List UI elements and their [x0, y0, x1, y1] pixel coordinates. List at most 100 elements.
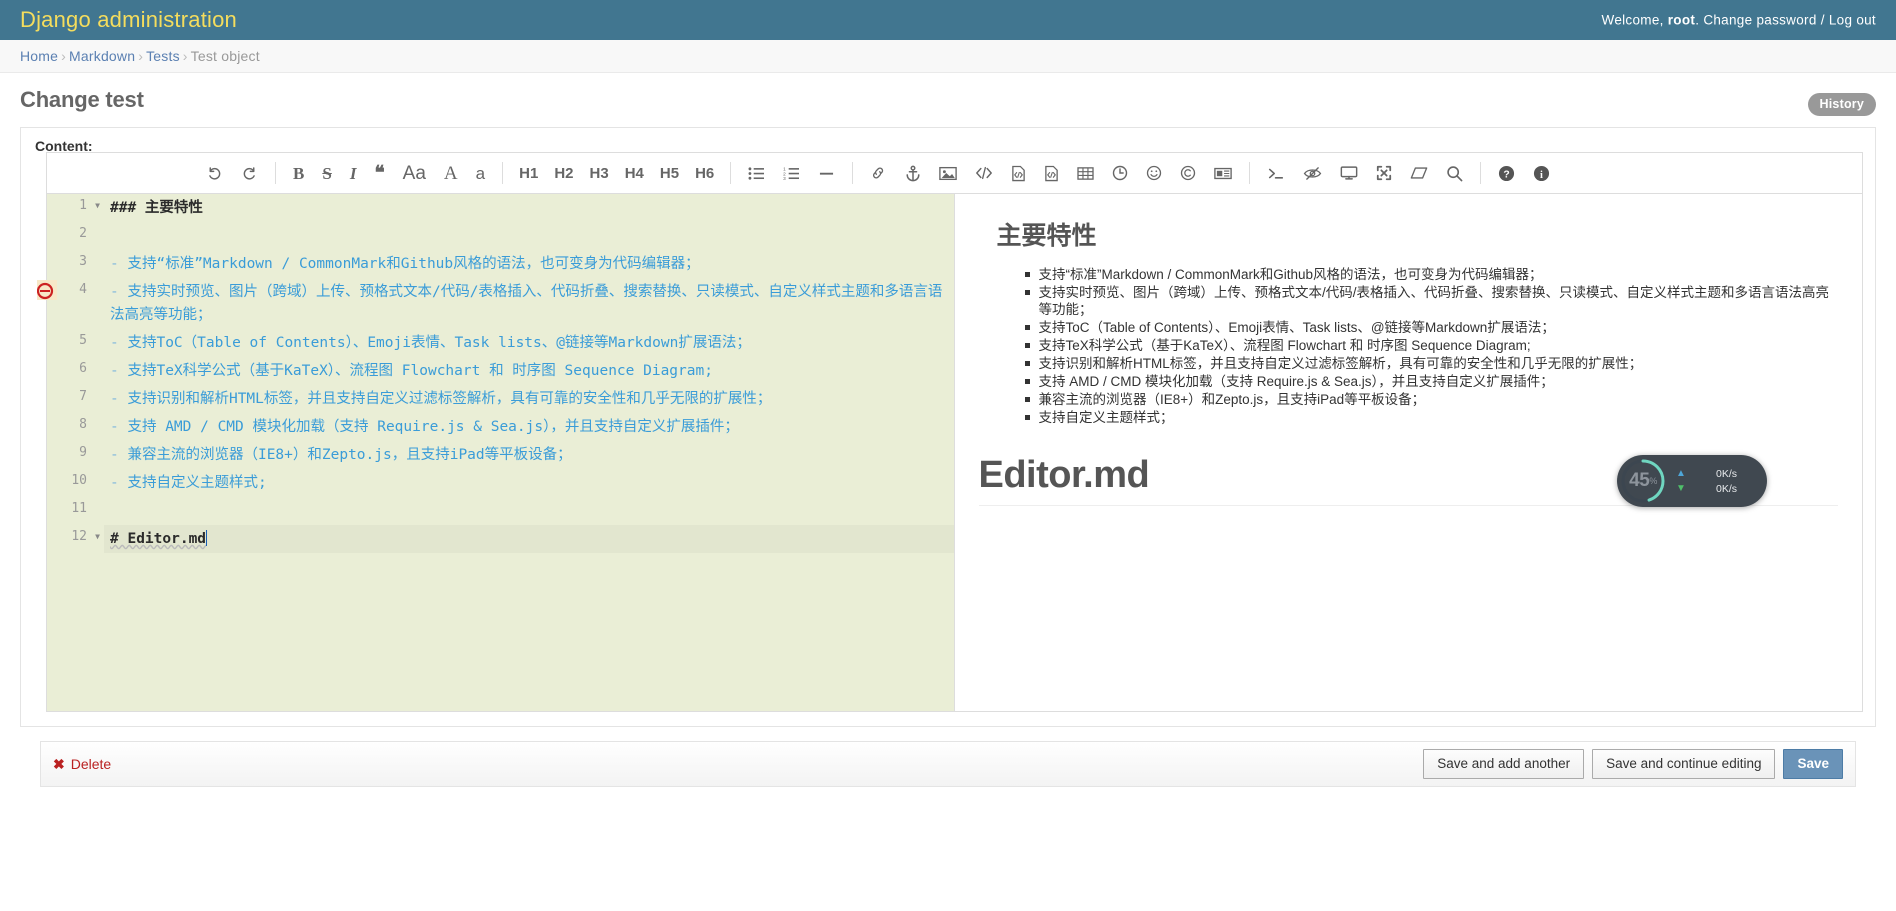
- strikethrough-icon[interactable]: S: [313, 158, 340, 188]
- code-block-icon[interactable]: [1002, 158, 1035, 188]
- toggle-editor-icon[interactable]: [1258, 158, 1294, 188]
- breadcrumb-home[interactable]: Home: [20, 48, 58, 64]
- editor-body: 1 ▼ ### 主要特性 2 3- 支持“标准”Markdown / CommonMa…: [47, 194, 1862, 711]
- heading-h6-icon[interactable]: H6: [687, 158, 722, 188]
- code-line-text[interactable]: ### 主要特性: [104, 194, 954, 222]
- preview-list-item: 兼容主流的浏览器（IE8+）和Zepto.js，且支持iPad等平板设备；: [1024, 391, 1839, 408]
- codemirror-pane[interactable]: 1 ▼ ### 主要特性 2 3- 支持“标准”Markdown / CommonMa…: [47, 194, 955, 711]
- heading-h5-icon[interactable]: H5: [652, 158, 687, 188]
- code-line[interactable]: 3 - 支持“标准”Markdown / CommonMark和Github风格的…: [47, 250, 954, 278]
- info-icon[interactable]: i: [1524, 158, 1559, 188]
- markdown-preview-pane: 主要特性 支持“标准”Markdown / CommonMark和Github风…: [954, 194, 1862, 711]
- horizontal-rule-icon[interactable]: [809, 158, 844, 188]
- quote-icon[interactable]: ❝: [365, 158, 393, 188]
- heading-h1-icon[interactable]: H1: [511, 158, 546, 188]
- code-line[interactable]: 7 - 支持识别和解析HTML标签，并且支持自定义过滤标签解析，具有可靠的安全性和…: [47, 385, 954, 413]
- code-line-text[interactable]: - 支持识别和解析HTML标签，并且支持自定义过滤标签解析，具有可靠的安全性和几…: [104, 385, 954, 413]
- code-line[interactable]: 11: [47, 497, 954, 525]
- code-line[interactable]: 9 - 兼容主流的浏览器（IE8+）和Zepto.js，且支持iPad等平板设备；: [47, 441, 954, 469]
- code-line-text[interactable]: - 支持TeX科学公式（基于KaTeX）、流程图 Flowchart 和 时序图…: [104, 357, 954, 385]
- network-speed-widget[interactable]: 45% ▲ 0K/s ▼ 0K/s: [1617, 455, 1767, 507]
- svg-text:3: 3: [783, 176, 786, 181]
- save-and-continue-button[interactable]: Save and continue editing: [1592, 749, 1776, 779]
- watch-preview-icon[interactable]: [1331, 158, 1367, 188]
- code-line-text[interactable]: - 支持“标准”Markdown / CommonMark和Github风格的语…: [104, 250, 954, 278]
- eraser-icon[interactable]: [1401, 158, 1437, 188]
- progress-percent-label: 45%: [1617, 455, 1669, 507]
- code-line[interactable]: 8 - 支持 AMD / CMD 模块化加载（支持 Require.js & Se…: [47, 413, 954, 441]
- fold-toggle-icon[interactable]: ▼: [91, 525, 104, 541]
- heading-h2-icon[interactable]: H2: [546, 158, 581, 188]
- code-inline-icon[interactable]: [966, 158, 1002, 188]
- preformatted-text-icon[interactable]: [1035, 158, 1068, 188]
- breadcrumb-markdown[interactable]: Markdown: [69, 48, 135, 64]
- search-icon[interactable]: [1437, 158, 1472, 188]
- codemirror-lines[interactable]: 1 ▼ ### 主要特性 2 3- 支持“标准”Markdown / CommonMa…: [47, 194, 954, 553]
- save-button[interactable]: Save: [1783, 749, 1843, 779]
- code-line-text[interactable]: - 支持 AMD / CMD 模块化加载（支持 Require.js & Sea…: [104, 413, 954, 441]
- code-line[interactable]: 6 - 支持TeX科学公式（基于KaTeX）、流程图 Flowchart 和 时序…: [47, 357, 954, 385]
- ordered-list-icon[interactable]: 123: [774, 158, 809, 188]
- upload-rate-row: ▲ 0K/s: [1673, 468, 1767, 480]
- code-line[interactable]: 1 ▼ ### 主要特性: [47, 194, 954, 222]
- heading-h3-icon[interactable]: H3: [582, 158, 617, 188]
- toolbar-divider: [502, 162, 504, 184]
- logout-link[interactable]: Log out: [1829, 13, 1876, 28]
- code-line-text[interactable]: # Editor.md: [104, 525, 954, 553]
- html-entities-icon[interactable]: [1171, 158, 1205, 188]
- code-line-text[interactable]: - 支持ToC（Table of Contents）、Emoji表情、Task …: [104, 329, 954, 357]
- preview-feature-list: 支持“标准”Markdown / CommonMark和Github风格的语法，…: [979, 266, 1839, 426]
- preview-list-item: 支持识别和解析HTML标签，并且支持自定义过滤标签解析，具有可靠的安全性和几乎无…: [1024, 355, 1839, 372]
- image-icon[interactable]: [930, 158, 966, 188]
- uppercase-icon[interactable]: Aa: [394, 158, 435, 188]
- italic-icon[interactable]: I: [341, 158, 366, 188]
- save-and-add-another-button[interactable]: Save and add another: [1423, 749, 1585, 779]
- network-rates: ▲ 0K/s ▼ 0K/s: [1669, 468, 1767, 495]
- change-password-link[interactable]: Change password: [1703, 13, 1816, 28]
- undo-icon[interactable]: [197, 158, 232, 188]
- table-icon[interactable]: [1068, 158, 1103, 188]
- markdown-editor[interactable]: B S I ❝ Aa A a H1 H2 H3 H4 H5 H6 1 2 3 ?…: [46, 152, 1863, 712]
- code-line[interactable]: 12 ▼ # Editor.md: [47, 525, 954, 553]
- code-line[interactable]: 4- 支持实时预览、图片（跨域）上传、预格式文本/代码/表格插入、代码折叠、搜索…: [47, 278, 954, 329]
- page-break-icon[interactable]: [1205, 158, 1241, 188]
- font-size-large-icon[interactable]: A: [435, 158, 467, 188]
- code-line[interactable]: 10 - 支持自定义主题样式;: [47, 469, 954, 497]
- progress-ring: 45%: [1617, 455, 1669, 507]
- link-icon[interactable]: [861, 158, 896, 188]
- welcome-prefix: Welcome,: [1601, 12, 1664, 28]
- svg-text:i: i: [1540, 169, 1543, 180]
- breadcrumb-tests[interactable]: Tests: [146, 48, 180, 64]
- emoji-icon[interactable]: [1137, 158, 1171, 188]
- bold-icon[interactable]: B: [284, 158, 313, 188]
- codemirror-empty-space[interactable]: [47, 553, 954, 711]
- font-size-small-icon[interactable]: a: [467, 158, 494, 188]
- toolbar-divider: [852, 162, 854, 184]
- code-line[interactable]: 2: [47, 222, 954, 250]
- toolbar-divider: [275, 162, 276, 184]
- fullscreen-icon[interactable]: [1367, 158, 1401, 188]
- code-line[interactable]: 5 - 支持ToC（Table of Contents）、Emoji表情、Task…: [47, 329, 954, 357]
- line-number: 1: [47, 194, 91, 213]
- code-line-text[interactable]: - 兼容主流的浏览器（IE8+）和Zepto.js，且支持iPad等平板设备；: [104, 441, 954, 469]
- history-button[interactable]: History: [1807, 93, 1876, 116]
- site-favicon-icon: [37, 280, 57, 300]
- history-list-item: History: [1807, 93, 1876, 116]
- code-line-text[interactable]: - 支持自定义主题样式;: [104, 469, 954, 497]
- toggle-preview-icon[interactable]: [1294, 158, 1331, 188]
- datetime-icon[interactable]: [1103, 158, 1137, 188]
- redo-icon[interactable]: [232, 158, 267, 188]
- upload-rate-value: 0K/s: [1715, 467, 1737, 480]
- heading-h4-icon[interactable]: H4: [617, 158, 652, 188]
- anchor-icon[interactable]: [896, 158, 930, 188]
- help-icon[interactable]: ?: [1489, 158, 1524, 188]
- unordered-list-icon[interactable]: [739, 158, 774, 188]
- download-rate-row: ▼ 0K/s: [1673, 483, 1767, 495]
- code-line-text[interactable]: - 支持实时预览、图片（跨域）上传、预格式文本/代码/表格插入、代码折叠、搜索替…: [104, 278, 954, 329]
- code-line-text[interactable]: [104, 222, 954, 250]
- fold-toggle-icon[interactable]: ▼: [91, 194, 104, 210]
- delete-button[interactable]: ✖ Delete: [53, 756, 111, 773]
- delete-link-container: ✖ Delete: [53, 756, 1415, 773]
- code-line-text[interactable]: [104, 497, 954, 525]
